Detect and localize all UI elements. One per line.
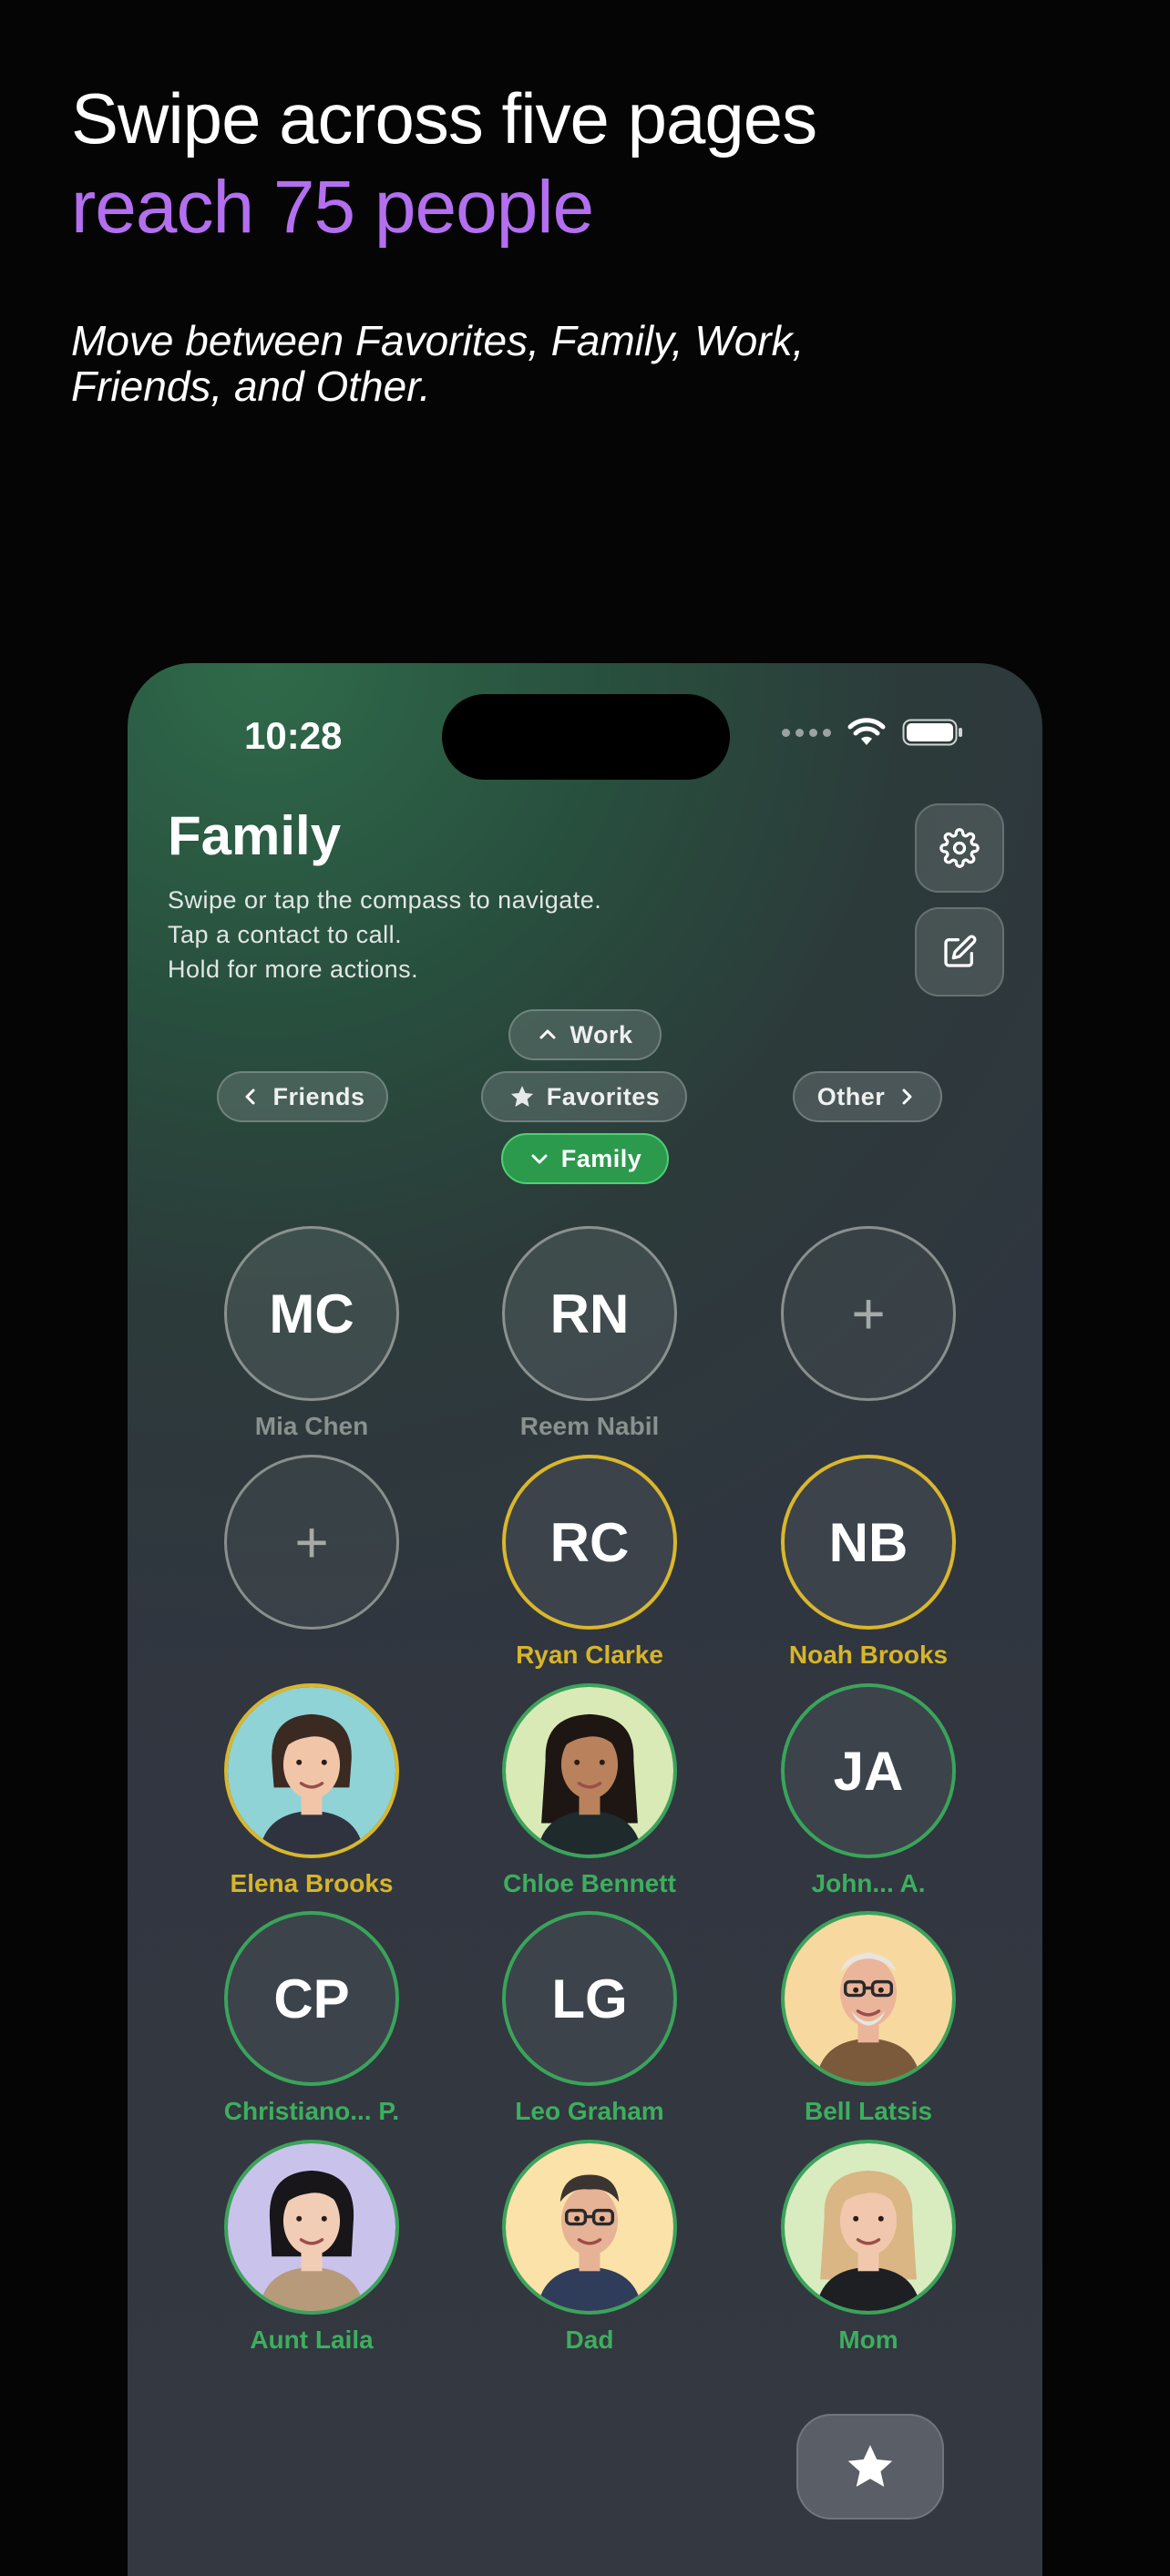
promo-subline: Move between Favorites, Family, Work, Fr…: [71, 317, 805, 410]
compass-up-label: Work: [570, 1020, 633, 1048]
contact-tile[interactable]: NB Noah Brooks: [732, 1455, 1005, 1682]
contact-tile[interactable]: LG Leo Graham: [453, 1911, 726, 2139]
star-icon: [847, 2445, 893, 2487]
chevron-up-icon: [539, 1029, 556, 1039]
contact-name: Elena Brooks: [230, 1869, 394, 1897]
promo-headline-accent: reach 75 people: [71, 166, 594, 249]
contact-name: Leo Graham: [515, 2097, 664, 2125]
contact-tile[interactable]: MC Mia Chen: [175, 1226, 448, 1454]
plus-icon: +: [224, 1455, 399, 1630]
avatar: [224, 1683, 399, 1858]
contact-initials: LG: [502, 1911, 677, 2086]
compass-right-other[interactable]: Other: [793, 1071, 942, 1122]
help-line: Tap a contact to call.: [168, 921, 403, 948]
contact-initials: JA: [781, 1683, 956, 1858]
help-text: Swipe or tap the compass to navigate. Ta…: [168, 883, 601, 986]
favorites-button[interactable]: [796, 2414, 944, 2520]
compass-center-label: Favorites: [546, 1082, 661, 1110]
plus-icon: +: [781, 1226, 956, 1401]
contact-tile[interactable]: Mom: [732, 2140, 1005, 2367]
compass-down-label: Family: [560, 1144, 642, 1172]
help-line: Hold for more actions.: [168, 956, 419, 983]
contact-tile[interactable]: Dad: [453, 2140, 726, 2367]
edit-button[interactable]: [915, 907, 1004, 997]
compass-right-label: Other: [816, 1082, 886, 1110]
wifi-icon: [847, 718, 886, 745]
gear-icon: [939, 828, 980, 868]
chevron-right-icon: [902, 1089, 912, 1105]
page-title: Family: [168, 805, 342, 866]
contact-name: Mom: [838, 2326, 898, 2354]
dynamic-island: [442, 694, 730, 780]
contact-initials: RC: [502, 1455, 677, 1630]
chevron-left-icon: [245, 1089, 255, 1105]
contact-tile[interactable]: RC Ryan Clarke: [453, 1455, 726, 1682]
compass-center-favorites[interactable]: Favorites: [481, 1071, 687, 1122]
signal-icon: [782, 728, 831, 737]
add-contact-slot[interactable]: +: [732, 1226, 1005, 1454]
phone-screen: 10:28 Family Swipe or tap the compass to…: [128, 663, 1042, 2576]
contact-name: Ryan Clarke: [516, 1641, 663, 1669]
contact-name: Aunt Laila: [250, 2326, 374, 2354]
contact-name: Dad: [565, 2326, 614, 2354]
add-contact-slot[interactable]: +: [175, 1455, 448, 1682]
status-icons: [782, 718, 964, 747]
contact-tile[interactable]: CP Christiano... P.: [175, 1911, 448, 2139]
compass-up-work[interactable]: Work: [508, 1009, 662, 1060]
contact-tile[interactable]: RN Reem Nabil: [453, 1226, 726, 1454]
contact-name: Noah Brooks: [788, 1641, 949, 1669]
avatar: [502, 2140, 677, 2315]
contact-initials: RN: [502, 1226, 677, 1401]
help-line: Swipe or tap the compass to navigate.: [168, 886, 602, 914]
promo-headline: Swipe across five pages: [71, 78, 817, 158]
status-time: 10:28: [244, 714, 343, 757]
contact-tile[interactable]: Chloe Bennett: [453, 1683, 726, 1911]
contact-name: Reem Nabil: [519, 1412, 660, 1440]
compass-left-friends[interactable]: Friends: [217, 1071, 388, 1122]
contact-name: John... A.: [811, 1869, 926, 1897]
contact-name: Mia Chen: [254, 1412, 369, 1440]
compass-left-label: Friends: [272, 1082, 365, 1110]
avatar: [502, 1683, 677, 1858]
contact-tile[interactable]: Elena Brooks: [175, 1683, 448, 1911]
contact-name: Chloe Bennett: [503, 1869, 676, 1897]
contact-initials: MC: [224, 1226, 399, 1401]
compose-icon: [944, 935, 977, 967]
chevron-down-icon: [531, 1154, 548, 1164]
contact-tile[interactable]: Aunt Laila: [175, 2140, 448, 2367]
contact-tile[interactable]: JA John... A.: [732, 1683, 1005, 1911]
avatar: [781, 2140, 956, 2315]
contact-initials: CP: [224, 1911, 399, 2086]
contact-initials: NB: [781, 1455, 956, 1630]
settings-button[interactable]: [915, 803, 1004, 893]
star-icon: [510, 1086, 533, 1107]
battery-icon: [902, 719, 962, 746]
avatar: [781, 1911, 956, 2086]
contact-name: Christiano... P.: [223, 2097, 400, 2125]
contact-name: Bell Latsis: [804, 2097, 933, 2125]
avatar: [224, 2140, 399, 2315]
compass-down-family[interactable]: Family: [501, 1133, 669, 1184]
contact-tile[interactable]: Bell Latsis: [732, 1911, 1005, 2139]
